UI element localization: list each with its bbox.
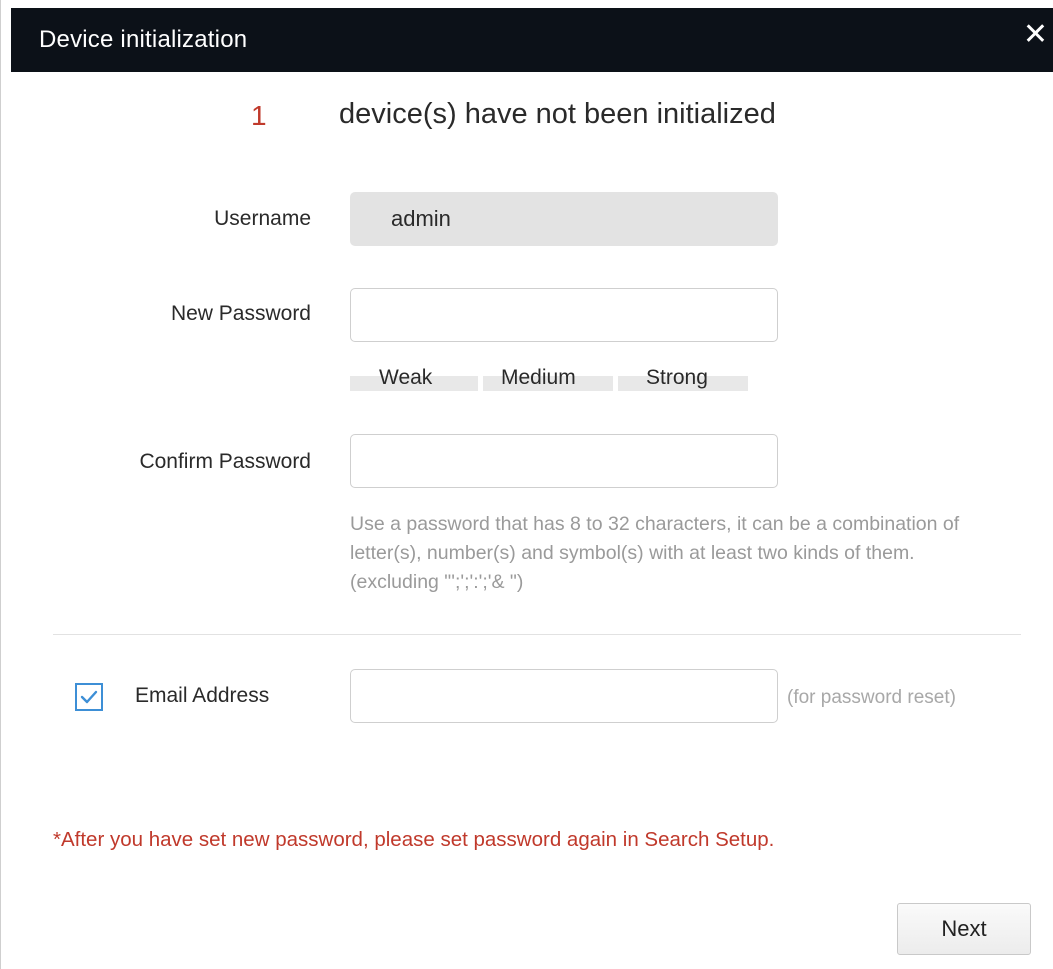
device-initialization-dialog: Device initialization ✕ 1 device(s) have… bbox=[0, 0, 1053, 969]
password-requirements-hint: Use a password that has 8 to 32 characte… bbox=[350, 513, 960, 593]
email-note: (for password reset) bbox=[787, 687, 956, 708]
strength-medium-label: Medium bbox=[501, 366, 576, 389]
username-field bbox=[350, 192, 778, 246]
search-setup-warning: *After you have set new password, please… bbox=[53, 828, 775, 851]
confirm-password-label: Confirm Password bbox=[139, 450, 311, 473]
strength-weak-label: Weak bbox=[379, 366, 433, 389]
status-message: device(s) have not been initialized bbox=[339, 98, 776, 130]
title-bar: Device initialization ✕ bbox=[11, 8, 1053, 72]
email-checkbox[interactable] bbox=[75, 683, 103, 711]
confirm-password-field[interactable] bbox=[350, 434, 778, 488]
strength-strong-label: Strong bbox=[646, 366, 708, 389]
close-icon[interactable]: ✕ bbox=[1023, 20, 1048, 50]
new-password-field[interactable] bbox=[350, 288, 778, 342]
dialog-title: Device initialization bbox=[39, 26, 248, 53]
username-label: Username bbox=[214, 207, 311, 230]
next-button[interactable]: Next bbox=[897, 903, 1031, 955]
checkmark-icon bbox=[80, 690, 98, 704]
section-divider bbox=[53, 634, 1021, 635]
new-password-label: New Password bbox=[170, 302, 311, 325]
email-field[interactable] bbox=[350, 669, 778, 723]
uninitialized-device-count: 1 bbox=[251, 100, 267, 131]
email-address-label: Email Address bbox=[135, 684, 270, 707]
